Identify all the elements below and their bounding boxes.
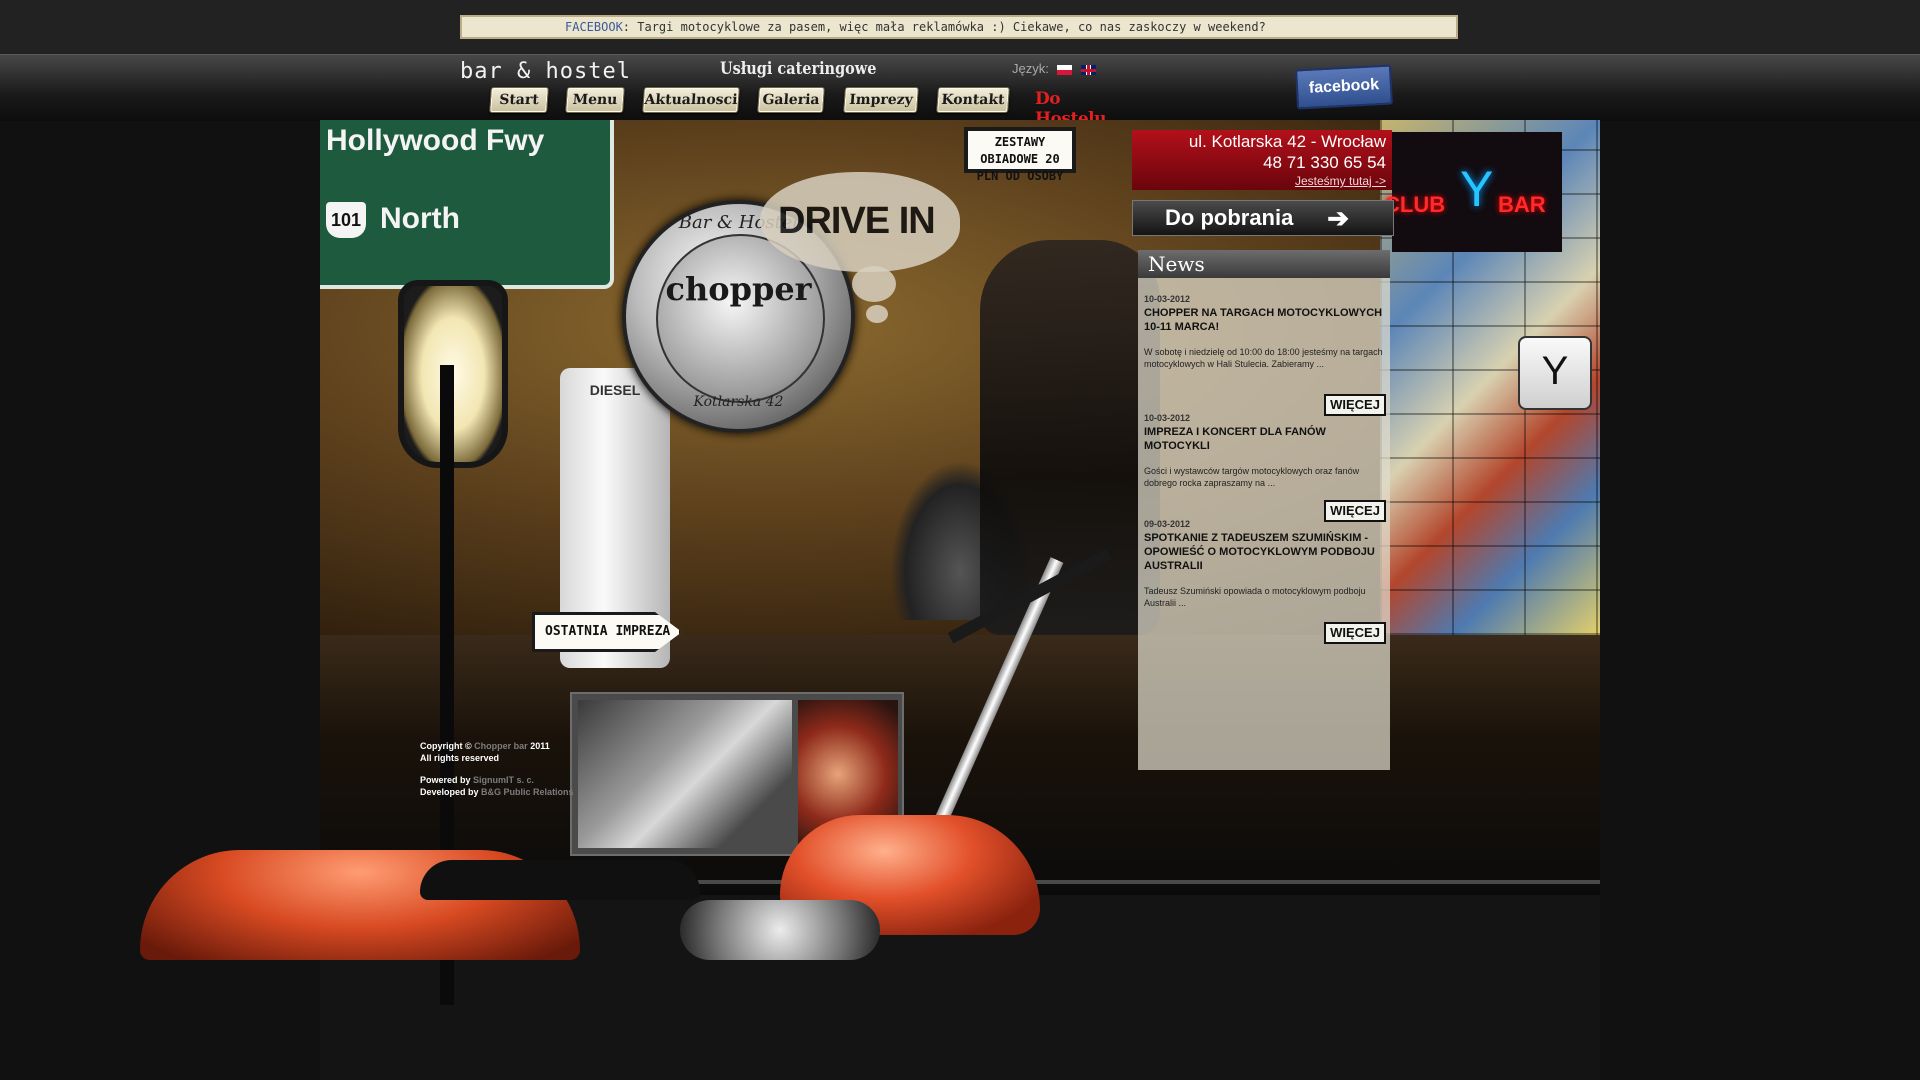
highway-sign-direction: North [380, 202, 460, 235]
cloud-puff [866, 305, 888, 323]
lunch-sets-board[interactable]: ZESTAWY OBIADOWE 20 PLN OD OSOBY [964, 127, 1076, 183]
news-panel: News 10-03-2012 CHOPPER NA TARGACH MOTOC… [1138, 250, 1390, 770]
facebook-ticker[interactable]: FACEBOOK: Targi motocyklowe za pasem, wi… [460, 15, 1458, 39]
news-item: 10-03-2012 IMPREZA I KONCERT DLA FANÓW M… [1144, 413, 1384, 489]
developed-link[interactable]: B&G Public Relations [481, 787, 574, 797]
powered-prefix: Powered by [420, 775, 471, 785]
address-text: ul. Kotlarska 42 - Wrocław [1188, 132, 1386, 151]
news-date: 10-03-2012 [1144, 413, 1191, 423]
ticker-source[interactable]: FACEBOOK [565, 20, 623, 34]
nav-aktualnosci-button[interactable]: Aktualnosci [642, 87, 740, 113]
arrow-right-icon: ➔ [1327, 203, 1349, 233]
gallery-photo[interactable] [578, 700, 792, 848]
cloud-puff [852, 266, 896, 302]
news-item: 09-03-2012 SPOTKANIE Z TADEUSZEM SZUMIŃS… [1144, 519, 1384, 609]
cocktail-glass-icon: Y [1460, 161, 1494, 217]
nav-menu-button[interactable]: Menu [565, 87, 625, 113]
nav-galeria-button[interactable]: Galeria [757, 87, 825, 113]
copyright-line: Copyright © Chopper bar 2011 [420, 740, 574, 752]
map-link[interactable]: Jesteśmy tutaj -> [1132, 174, 1386, 188]
footer: Copyright © Chopper bar 2011 All rights … [420, 740, 574, 798]
news-excerpt: Tadeusz Szumiński opowiada o motocyklowy… [1144, 586, 1366, 608]
highway-sign: Hollywood Fwy 101 North [320, 120, 614, 289]
contact-box: ul. Kotlarska 42 - Wrocław 48 71 330 65 … [1132, 130, 1392, 190]
language-label: Język: [1012, 61, 1049, 76]
motorcycle-seat [420, 860, 700, 900]
club-bar-neon: CLUB Y BAR [1384, 132, 1562, 252]
cocktail-icon[interactable]: Y [1518, 336, 1592, 410]
nav-kontakt-button[interactable]: Kontakt [936, 87, 1010, 113]
developed-line: Developed by B&G Public Relations [420, 786, 574, 798]
last-party-sign[interactable]: OSTATNIA IMPREZA [532, 612, 682, 652]
nav-start-button[interactable]: Start [489, 87, 549, 113]
news-date: 10-03-2012 [1144, 294, 1191, 304]
copyright-year: 2011 [530, 741, 550, 751]
phone-text: 48 71 330 65 54 [1263, 153, 1386, 172]
navigation-bar: bar & hostel Usługi cateringowe Język: S… [0, 54, 1920, 129]
drive-in-cloud: DRIVE IN [760, 172, 960, 272]
ticker-text: : Targi motocyklowe za pasem, więc mała … [622, 20, 1266, 34]
copyright-link[interactable]: Chopper bar [474, 741, 528, 751]
news-date: 09-03-2012 [1144, 519, 1191, 529]
news-item: 10-03-2012 CHOPPER NA TARGACH MOTOCYKLOW… [1144, 294, 1384, 370]
download-button[interactable]: Do pobrania ➔ [1132, 200, 1394, 236]
language-selector: Język: [1012, 61, 1097, 76]
news-excerpt: W sobotę i niedzielę od 10:00 do 18:00 j… [1144, 347, 1383, 369]
catering-link[interactable]: Usługi cateringowe [720, 59, 876, 79]
download-label: Do pobrania [1165, 205, 1294, 230]
copyright-prefix: Copyright © [420, 741, 472, 751]
news-more-button[interactable]: WIĘCEJ [1324, 622, 1386, 644]
motorcycle-engine [680, 900, 880, 960]
logo-bottom-text: Kotlarska 42 [693, 394, 784, 410]
flag-pl-icon[interactable] [1057, 64, 1073, 75]
flag-en-icon[interactable] [1081, 64, 1097, 75]
highway-sign-text: Hollywood Fwy [326, 124, 545, 157]
news-excerpt: Gości i wystawców targów motocyklowych o… [1144, 466, 1360, 488]
news-headline[interactable]: SPOTKANIE Z TADEUSZEM SZUMIŃSKIM - OPOWI… [1144, 531, 1384, 573]
powered-line: Powered by SignumIT s. c. [420, 774, 574, 786]
news-headline[interactable]: CHOPPER NA TARGACH MOTOCYKLOWYCH 10-11 M… [1144, 306, 1384, 334]
developed-prefix: Developed by [420, 787, 479, 797]
logo-name: chopper [665, 270, 812, 308]
news-title: News [1138, 250, 1390, 278]
neon-bar-text: BAR [1498, 192, 1546, 217]
powered-link[interactable]: SignumIT s. c. [473, 775, 534, 785]
nav-imprezy-button[interactable]: Imprezy [843, 87, 919, 113]
facebook-button[interactable]: facebook [1295, 64, 1393, 110]
rights-text: All rights reserved [420, 753, 500, 763]
route-shield-icon: 101 [326, 202, 366, 238]
top-strip: FACEBOOK: Targi motocyklowe za pasem, wi… [0, 0, 1920, 54]
drive-in-text: DRIVE IN [778, 200, 936, 242]
brand-text[interactable]: bar & hostel [460, 59, 631, 84]
news-headline[interactable]: IMPREZA I KONCERT DLA FANÓW MOTOCYKLI [1144, 425, 1384, 453]
